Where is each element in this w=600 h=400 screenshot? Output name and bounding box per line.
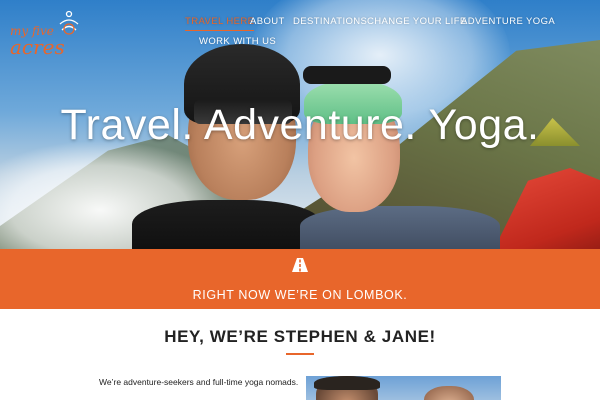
intro-heading: Hey, we’re Stephen & Jane! [164, 327, 436, 346]
nav-item-work-with-us[interactable]: Work With Us [199, 36, 276, 47]
about-photo-man-hair [314, 376, 380, 390]
nav-item-change-your-life[interactable]: Change Your Life [367, 16, 467, 27]
intro-divider [286, 353, 314, 355]
logo-text: my five acres [10, 24, 74, 59]
nav-item-travel-here[interactable]: Travel Here [185, 16, 255, 31]
location-text: Right now we’re on Lombok. [192, 288, 408, 302]
location-band: Right now we’re on Lombok. [0, 249, 600, 309]
site-logo[interactable]: my five acres [10, 10, 80, 62]
road-icon [292, 258, 308, 272]
intro-text: We’re adventure-seekers and full-time yo… [99, 377, 299, 387]
about-photo-woman [424, 386, 474, 400]
hero-man-body [132, 200, 322, 249]
nav-item-about[interactable]: About [250, 16, 285, 27]
nav-item-adventure-yoga[interactable]: Adventure Yoga [461, 16, 555, 27]
about-photo [306, 376, 501, 400]
hero-section: my five acres Travel Here About Destinat… [0, 0, 600, 249]
hero-woman-body [300, 206, 500, 249]
hero-woman-sunglasses [303, 66, 391, 84]
main-nav: Travel Here About Destinations Change Yo… [176, 14, 596, 54]
nav-item-destinations[interactable]: Destinations [293, 16, 367, 27]
logo-line2: acres [10, 35, 65, 59]
hero-title: Travel. Adventure. Yoga. [60, 101, 540, 149]
